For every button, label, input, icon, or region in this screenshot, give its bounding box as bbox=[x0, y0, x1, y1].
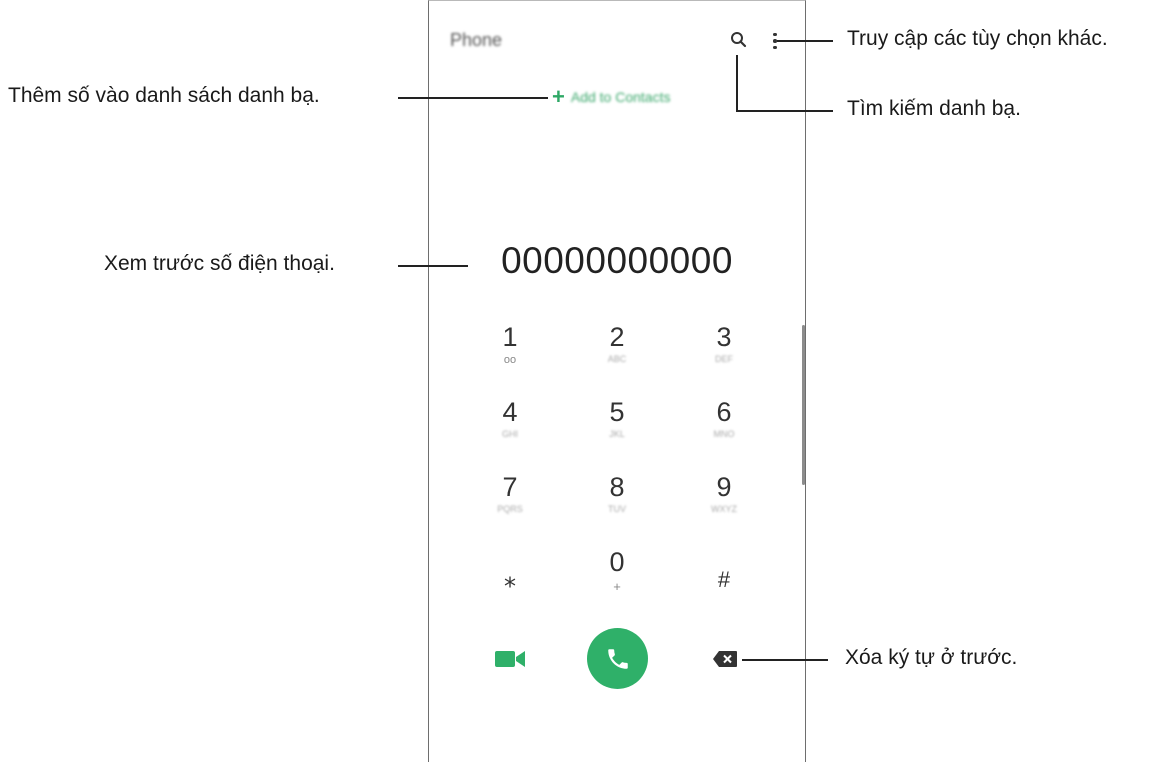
number-preview: 00000000000 bbox=[501, 240, 733, 281]
video-call-icon[interactable] bbox=[495, 648, 527, 670]
callout-line-more bbox=[777, 40, 833, 42]
callout-more-options: Truy cập các tùy chọn khác. bbox=[847, 27, 1108, 50]
key-letters: JKL bbox=[609, 429, 625, 439]
callout-line-search-vertical bbox=[736, 55, 738, 111]
add-to-contacts-button[interactable]: + Add to Contacts bbox=[552, 86, 670, 108]
key-letters: PQRS bbox=[497, 504, 523, 514]
add-to-contacts-label: Add to Contacts bbox=[570, 89, 671, 105]
key-letters: + bbox=[613, 579, 621, 594]
key-digit: 8 bbox=[609, 472, 625, 502]
key-7[interactable]: 7 PQRS bbox=[465, 470, 555, 516]
key-2[interactable]: 2 ABC bbox=[572, 320, 662, 366]
key-digit: 1 bbox=[502, 322, 518, 352]
phone-call-icon bbox=[607, 648, 628, 669]
app-title: Phone bbox=[450, 30, 503, 50]
key-digit: 9 bbox=[716, 472, 732, 502]
key-6[interactable]: 6 MNO bbox=[679, 395, 769, 441]
voicemail-icon: oo bbox=[503, 354, 517, 366]
key-letters: ABC bbox=[607, 354, 627, 364]
callout-add-contact: Thêm số vào danh sách danh bạ. bbox=[8, 84, 320, 107]
key-letters: MNO bbox=[713, 429, 735, 439]
key-digit: 6 bbox=[716, 397, 732, 427]
backspace-icon[interactable] bbox=[712, 650, 738, 668]
key-0[interactable]: 0 + bbox=[572, 545, 662, 594]
key-digit: 0 bbox=[609, 547, 625, 577]
call-button[interactable] bbox=[587, 628, 648, 689]
key-letters: TUV bbox=[608, 504, 626, 514]
key-digit: 5 bbox=[609, 397, 625, 427]
key-8[interactable]: 8 TUV bbox=[572, 470, 662, 516]
key-3[interactable]: 3 DEF bbox=[679, 320, 769, 366]
key-star[interactable]: ⁎ bbox=[465, 563, 555, 597]
callout-line-delete bbox=[742, 659, 828, 661]
key-digit: ⁎ bbox=[504, 566, 516, 593]
key-9[interactable]: 9 WXYZ bbox=[679, 470, 769, 516]
key-digit: 4 bbox=[502, 397, 518, 427]
key-digit: 2 bbox=[609, 322, 625, 352]
callout-preview: Xem trước số điện thoại. bbox=[104, 252, 335, 275]
key-4[interactable]: 4 GHI bbox=[465, 395, 555, 441]
callout-line-preview bbox=[398, 265, 468, 267]
key-5[interactable]: 5 JKL bbox=[572, 395, 662, 441]
key-letters: GHI bbox=[501, 429, 518, 439]
callout-line-search bbox=[736, 110, 833, 112]
key-digit: 7 bbox=[502, 472, 518, 502]
scrollbar[interactable] bbox=[802, 325, 805, 485]
key-digit: # bbox=[717, 567, 731, 592]
key-1[interactable]: 1 oo bbox=[465, 320, 555, 366]
plus-icon: + bbox=[552, 84, 565, 109]
callout-search: Tìm kiếm danh bạ. bbox=[847, 97, 1021, 120]
search-icon[interactable] bbox=[729, 30, 749, 50]
callout-line-add-contact bbox=[398, 97, 548, 99]
callout-delete: Xóa ký tự ở trước. bbox=[845, 646, 1018, 669]
key-hash[interactable]: # bbox=[679, 563, 769, 597]
key-digit: 3 bbox=[716, 322, 732, 352]
key-letters: WXYZ bbox=[711, 504, 737, 514]
key-letters: DEF bbox=[715, 354, 733, 364]
